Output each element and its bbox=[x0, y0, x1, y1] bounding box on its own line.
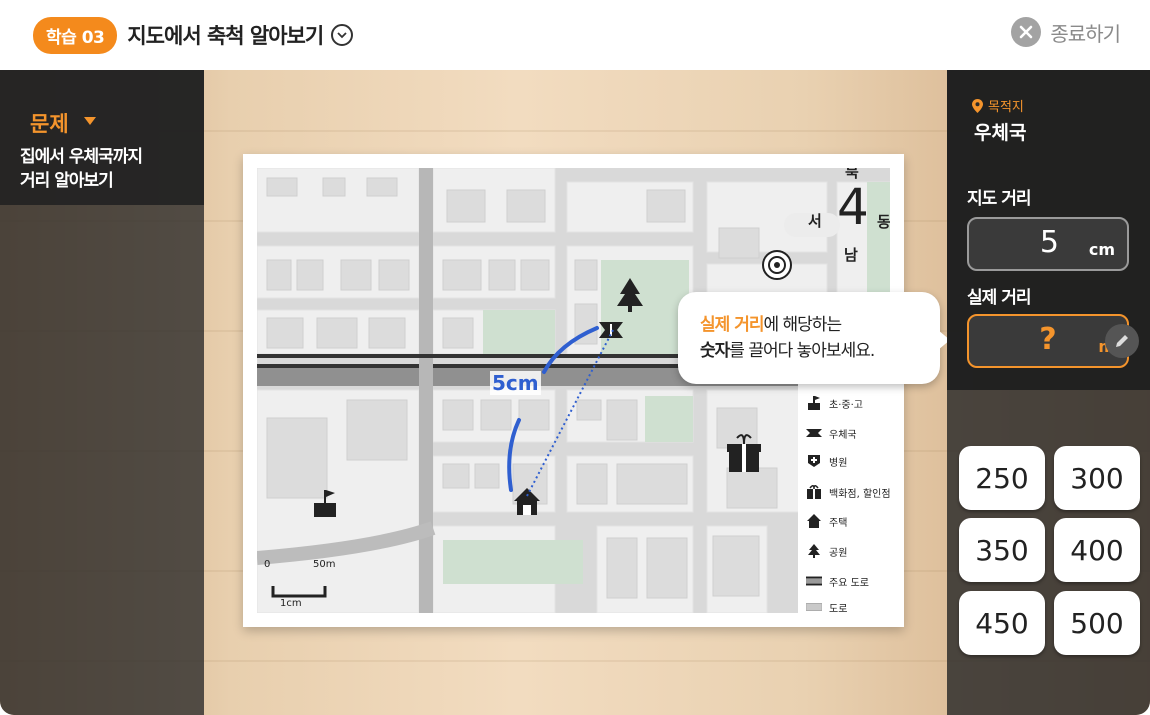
scale-max-label: 50m bbox=[313, 559, 336, 570]
callout-text: 를 끌어다 놓아보세요. bbox=[729, 341, 875, 361]
map-distance-unit: cm bbox=[1088, 240, 1115, 259]
legend-label: 병원 bbox=[829, 457, 848, 469]
distance-info: 목적지 우체국 지도 거리 5 cm 실제 거리 ? m bbox=[947, 70, 1150, 390]
callout-bold: 숫자 bbox=[700, 341, 730, 361]
legend-item-main-road: 주요 도로 bbox=[806, 571, 869, 591]
close-button[interactable]: 종료하기 bbox=[1011, 17, 1121, 47]
map-distance-value: 5 bbox=[1039, 225, 1059, 260]
map-distance-label: 지도 거리 bbox=[967, 189, 1031, 209]
scale-unit-label: 1cm bbox=[280, 598, 302, 609]
problem-panel: 문제 집에서 우체국까지 거리 알아보기 bbox=[0, 70, 204, 715]
real-distance-label: 실제 거리 bbox=[967, 288, 1031, 308]
legend-label: 주요 도로 bbox=[829, 577, 869, 589]
callout-line2: 숫자를 끌어다 놓아보세요. bbox=[700, 338, 940, 364]
map: 5cm 북 4 서 동 남 0 50m 1cm bbox=[257, 168, 890, 613]
legend-label: 공원 bbox=[829, 547, 848, 559]
answer-option-450[interactable]: 450 bbox=[959, 591, 1045, 655]
answer-option-300[interactable]: 300 bbox=[1054, 446, 1140, 510]
callout-text: 에 해당하는 bbox=[763, 315, 842, 335]
location-pin-icon bbox=[972, 98, 983, 113]
legend-label: 우체국 bbox=[829, 429, 857, 441]
callout-highlight: 실제 거리 bbox=[700, 315, 764, 335]
page-title: 지도에서 축척 알아보기 bbox=[127, 24, 324, 48]
hospital-icon bbox=[806, 454, 822, 468]
tree-icon bbox=[806, 544, 822, 558]
destination-label-text: 목적지 bbox=[988, 100, 1024, 115]
problem-text-line1: 집에서 우체국까지 bbox=[20, 147, 143, 167]
legend-item-park: 공원 bbox=[806, 541, 847, 561]
destination-label: 목적지 bbox=[972, 96, 1024, 115]
legend-item-post-office: 우체국 bbox=[806, 423, 857, 443]
legend-item-house: 주택 bbox=[806, 511, 847, 531]
legend-item-school: 초·중·고 bbox=[806, 393, 863, 413]
compass-east: 동 bbox=[877, 213, 890, 231]
answer-option-400[interactable]: 400 bbox=[1054, 518, 1140, 582]
compass-west: 서 bbox=[808, 212, 822, 230]
compass-south: 남 bbox=[844, 246, 858, 264]
real-distance-drop-zone[interactable]: ? m bbox=[967, 314, 1139, 368]
close-icon bbox=[1011, 17, 1042, 47]
map-distance-field: 5 cm bbox=[967, 217, 1129, 271]
lesson-badge: 학습 03 bbox=[33, 16, 118, 54]
answer-option-250[interactable]: 250 bbox=[959, 446, 1045, 510]
road-icon bbox=[806, 600, 822, 614]
gift-icon bbox=[806, 485, 822, 499]
compass-glyph: 4 bbox=[837, 178, 869, 236]
legend-label: 주택 bbox=[829, 517, 848, 529]
legend-item-road: 도로 bbox=[806, 597, 847, 617]
hint-callout: 실제 거리에 해당하는 숫자를 끌어다 놓아보세요. bbox=[678, 292, 950, 384]
pencil-icon[interactable] bbox=[1105, 324, 1139, 358]
legend-label: 백화점, 할인점 bbox=[829, 488, 891, 500]
school-icon bbox=[806, 396, 822, 410]
close-label: 종료하기 bbox=[1050, 21, 1121, 46]
answer-option-500[interactable]: 500 bbox=[1054, 591, 1140, 655]
problem-text-line2: 거리 알아보기 bbox=[20, 171, 114, 191]
route-distance-label: 5cm bbox=[490, 371, 541, 395]
map-legend: 초·중·고 우체국 병원 백화점, 할인점 주택 공원 주요 도로 도로 bbox=[798, 382, 902, 626]
main-road-icon bbox=[806, 574, 822, 588]
target-marker-icon bbox=[762, 250, 792, 280]
legend-label: 도로 bbox=[829, 603, 848, 615]
answer-option-350[interactable]: 350 bbox=[959, 518, 1045, 582]
destination-value: 우체국 bbox=[974, 122, 1027, 144]
caret-down-icon[interactable] bbox=[84, 117, 96, 125]
problem-label: 문제 bbox=[30, 112, 69, 136]
map-drawing bbox=[257, 168, 890, 613]
header-bar: 학습 03 지도에서 축척 알아보기 종료하기 bbox=[0, 0, 1150, 70]
problem-header: 문제 집에서 우체국까지 거리 알아보기 bbox=[0, 70, 204, 205]
scale-zero-label: 0 bbox=[264, 559, 271, 570]
problem-text: 집에서 우체국까지 거리 알아보기 bbox=[20, 145, 200, 193]
callout-line1: 실제 거리에 해당하는 bbox=[700, 312, 940, 338]
post-office-icon bbox=[806, 426, 822, 440]
legend-label: 초·중·고 bbox=[829, 399, 863, 411]
house-icon bbox=[806, 514, 822, 528]
legend-item-hospital: 병원 bbox=[806, 451, 847, 471]
legend-item-department-store: 백화점, 할인점 bbox=[806, 482, 891, 502]
chevron-down-icon[interactable] bbox=[331, 24, 354, 46]
